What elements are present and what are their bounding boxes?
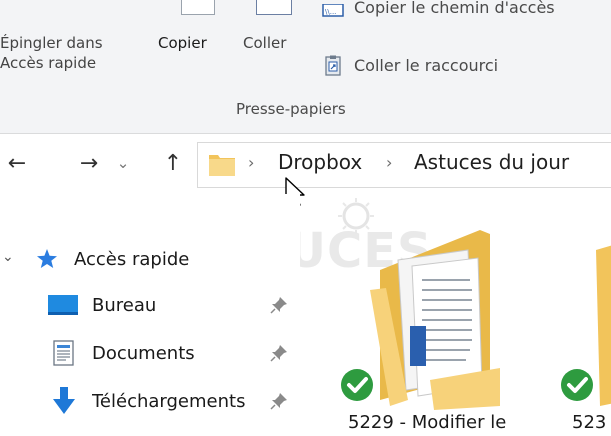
copy-path-icon: \\... [322, 3, 344, 23]
svg-text:\\...: \\... [325, 8, 336, 16]
copy-big-icon[interactable] [181, 0, 215, 15]
up-button[interactable]: ↑ [158, 148, 188, 178]
pin-icon[interactable] [270, 344, 288, 362]
desktop-icon [48, 295, 78, 317]
sidebar-item-documents[interactable]: Documents [0, 336, 300, 370]
sidebar-item-label: Accès rapide [74, 248, 190, 270]
up-arrow-icon: ↑ [163, 150, 183, 176]
sidebar-item-bureau[interactable]: Bureau [0, 288, 300, 322]
breadcrumb-chevron-icon: › [386, 153, 393, 172]
recent-locations-button[interactable]: ⌄ [108, 148, 138, 178]
documents-icon [52, 340, 76, 366]
pin-icon[interactable] [270, 392, 288, 410]
copy-path-button[interactable]: \\... Copier le chemin d'accès [322, 0, 555, 26]
copy-button[interactable]: Copier [158, 33, 207, 53]
sidebar-item-quick-access[interactable]: ⌄ Accès rapide [0, 242, 300, 276]
pin-quick-access-button[interactable]: Épingler dans Accès rapide [0, 33, 103, 73]
breadcrumb-dropbox[interactable]: Dropbox [278, 150, 362, 174]
navigation-pane: ⌄ Accès rapide Bureau Documents Téléchar… [0, 194, 300, 436]
file-tile-caption[interactable]: 5229 - Modifier le [348, 412, 506, 433]
ribbon: Épingler dans Accès rapide Copier Coller… [0, 0, 611, 133]
sync-check-icon [340, 368, 374, 402]
pin-quick-access-label-line1: Épingler dans [0, 34, 103, 52]
breadcrumb-astuces-du-jour[interactable]: Astuces du jour [414, 150, 569, 174]
paste-shortcut-label: Coller le raccourci [354, 55, 499, 75]
download-icon [52, 387, 76, 415]
clipboard-group-label: Presse-papiers [236, 100, 346, 118]
chevron-down-icon: ⌄ [116, 154, 130, 172]
sidebar-item-telechargements[interactable]: Téléchargements [0, 384, 300, 418]
back-button[interactable]: ← [2, 148, 32, 178]
folder-with-documents-icon [370, 230, 500, 410]
sidebar-item-label: Bureau [92, 294, 157, 316]
pin-icon[interactable] [270, 296, 288, 314]
copy-path-label: Copier le chemin d'accès [354, 0, 555, 17]
sync-check-icon [560, 368, 594, 402]
paste-big-icon[interactable] [256, 0, 292, 15]
file-tile[interactable] [556, 220, 611, 436]
folder-icon [208, 153, 236, 177]
file-tile[interactable] [330, 220, 570, 436]
star-icon [36, 248, 58, 270]
paste-shortcut-icon [322, 55, 344, 76]
sidebar-item-label: Documents [92, 342, 195, 364]
address-bar[interactable]: › Dropbox › Astuces du jour [197, 142, 611, 188]
paste-button[interactable]: Coller [243, 33, 286, 53]
expand-chevron-icon: ⌄ [2, 249, 14, 265]
forward-arrow-icon: → [79, 150, 99, 176]
sidebar-item-label: Téléchargements [92, 390, 246, 412]
pin-quick-access-label-line2: Accès rapide [0, 54, 97, 72]
back-arrow-icon: ← [7, 150, 27, 176]
paste-shortcut-button[interactable]: Coller le raccourci [322, 52, 498, 78]
breadcrumb-chevron-icon: › [248, 153, 255, 172]
forward-button[interactable]: → [74, 148, 104, 178]
file-tile-caption[interactable]: 523 [572, 412, 611, 433]
